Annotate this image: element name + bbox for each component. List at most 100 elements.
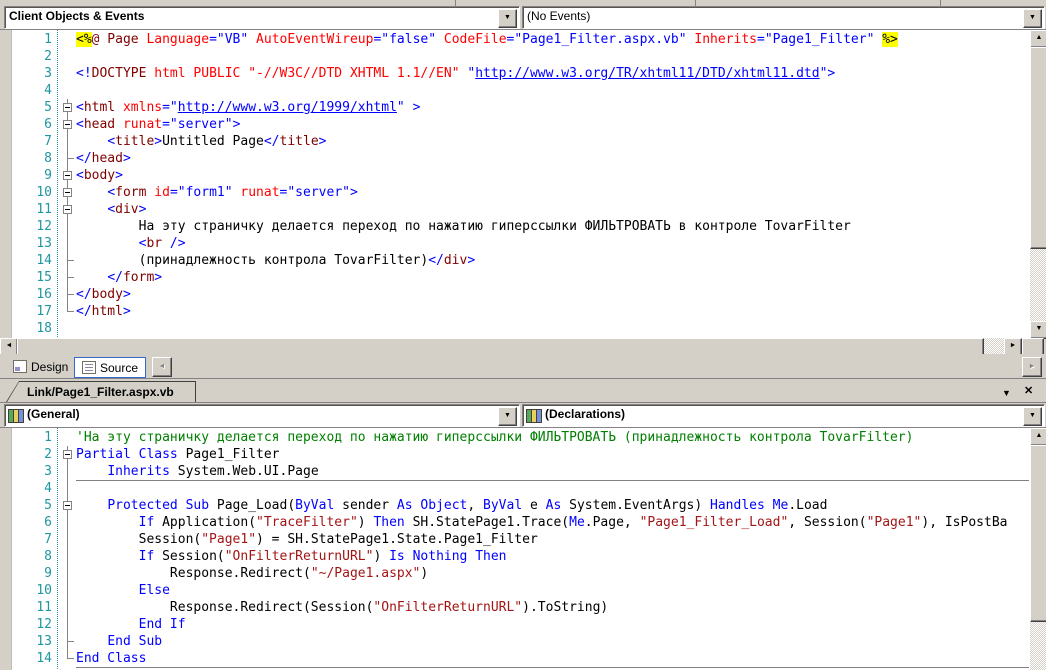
fold-tree-line (60, 480, 76, 497)
code-line[interactable]: 5 Protected Sub Page_Load(ByVal sender A… (0, 497, 1029, 514)
code-line[interactable]: 8 If Session("OnFilterReturnURL") Is Not… (0, 548, 1029, 565)
code-text: Session("Page1") = SH.StatePage1.State.P… (76, 532, 538, 547)
code-line[interactable]: 3 Inherits System.Web.UI.Page (0, 463, 1029, 480)
line-number: 13 (36, 634, 52, 649)
general-dropdown[interactable]: (General) ▼ (4, 404, 520, 427)
code-line[interactable]: 13 <br /> (0, 235, 1029, 252)
scroll-up-icon[interactable]: ▲ (1030, 30, 1046, 48)
dropdown-arrow-icon[interactable]: ▼ (1023, 9, 1042, 28)
close-icon[interactable]: ✕ (1024, 385, 1033, 397)
line-number: 12 (36, 617, 52, 632)
code-line[interactable]: 1 'На эту страничку делается переход по н… (0, 429, 1029, 446)
code-line[interactable]: 17 </html> (0, 303, 1029, 320)
code-line[interactable]: 11 Response.Redirect(Session("OnFilterRe… (0, 599, 1029, 616)
dropdown-arrow-icon[interactable]: ▼ (498, 9, 517, 28)
code-text: If Application("TraceFilter") Then SH.St… (138, 515, 1008, 530)
line-number: 9 (44, 566, 52, 581)
general-dropdown-value: (General) (27, 407, 80, 421)
code-text: If Session("OnFilterReturnURL") Is Nothi… (138, 549, 507, 564)
code-text: На эту страничку делается переход по наж… (76, 219, 851, 234)
vb-code-editor[interactable]: 1 'На эту страничку делается переход по н… (0, 427, 1046, 670)
tab-source[interactable]: Source (74, 357, 147, 378)
fold-tree-line (60, 616, 76, 633)
code-line[interactable]: 13 End Sub (0, 633, 1029, 650)
fold-tree-line (60, 582, 76, 599)
code-line[interactable]: 6 <head runat="server"> (0, 116, 1029, 133)
scrollbar-thumb[interactable] (1030, 47, 1046, 249)
scroll-up-icon[interactable]: ▲ (1030, 428, 1046, 446)
fold-tree-line (60, 463, 76, 480)
code-line[interactable]: 2 (0, 48, 1029, 65)
code-line[interactable]: 14 End Class (0, 650, 1029, 667)
code-line[interactable]: 11 <div> (0, 201, 1029, 218)
client-objects-dropdown-value: Client Objects & Events (9, 9, 145, 23)
tab-scroll-right-icon[interactable]: ► (1022, 357, 1042, 377)
fold-collapse-icon[interactable] (60, 116, 76, 133)
tab-page1-filter-vb[interactable]: Link/Page1_Filter.aspx.vb (6, 381, 196, 402)
dropdown-arrow-icon[interactable]: ▼ (1023, 407, 1042, 426)
code-line[interactable]: 16 </body> (0, 286, 1029, 303)
code-text: <html xmlns="http://www.w3.org/1999/xhtm… (76, 100, 421, 115)
fold-tree-line (60, 133, 76, 150)
fold-collapse-icon[interactable] (60, 497, 76, 514)
client-objects-dropdown[interactable]: Client Objects & Events ▼ (4, 6, 520, 29)
vb-code-area[interactable]: 1 'На эту страничку делается переход по н… (0, 429, 1029, 670)
bottom-editor-vertical-scrollbar[interactable]: ▲ (1030, 428, 1046, 670)
fold-collapse-icon[interactable] (60, 167, 76, 184)
fold-collapse-icon[interactable] (60, 184, 76, 201)
aspx-code-area[interactable]: 1 <%@ Page Language="VB" AutoEventWireup=… (0, 31, 1029, 339)
code-line[interactable]: 7 Session("Page1") = SH.StatePage1.State… (0, 531, 1029, 548)
class-members-icon (8, 408, 24, 423)
code-line[interactable]: 2 Partial Class Page1_Filter (0, 446, 1029, 463)
code-line[interactable]: 12 End If (0, 616, 1029, 633)
code-text: End If (138, 617, 186, 632)
code-text: End Class (76, 651, 147, 666)
code-line[interactable]: 7 <title>Untitled Page</title> (0, 133, 1029, 150)
aspx-source-editor[interactable]: 1 <%@ Page Language="VB" AutoEventWireup=… (0, 29, 1046, 339)
code-line[interactable]: 15 </form> (0, 269, 1029, 286)
line-number: 14 (36, 651, 52, 666)
fold-tree-line (60, 531, 76, 548)
scrollbar-thumb[interactable] (1030, 445, 1046, 622)
code-line[interactable]: 18 (0, 320, 1029, 337)
top-editor-horizontal-scrollbar[interactable]: ◄ ► (0, 338, 1046, 356)
code-line[interactable]: 14 (принадлежность контрола TovarFilter)… (0, 252, 1029, 269)
fold-tree-line (60, 514, 76, 531)
code-line[interactable]: 1 <%@ Page Language="VB" AutoEventWireup=… (0, 31, 1029, 48)
top-editor-vertical-scrollbar[interactable]: ▲ ▼ (1030, 30, 1046, 339)
events-dropdown[interactable]: (No Events) ▼ (522, 6, 1045, 29)
declarations-dropdown[interactable]: (Declarations) ▼ (522, 404, 1045, 427)
design-icon (13, 360, 27, 373)
line-number: 16 (36, 287, 52, 302)
declarations-dropdown-value: (Declarations) (545, 407, 626, 421)
line-number: 9 (44, 168, 52, 183)
code-line[interactable]: 10 Else (0, 582, 1029, 599)
scroll-down-icon[interactable]: ▼ (1030, 321, 1046, 339)
line-number: 17 (36, 304, 52, 319)
view-tab-bar: Design Source ◄ ► (0, 354, 1046, 379)
fold-collapse-icon[interactable] (60, 201, 76, 218)
code-text: <%@ Page Language="VB" AutoEventWireup="… (76, 32, 898, 47)
code-line[interactable]: 10 <form id="form1" runat="server"> (0, 184, 1029, 201)
fold-collapse-icon[interactable] (60, 446, 76, 463)
code-text: <head runat="server"> (76, 117, 241, 132)
code-line[interactable]: 3 <!DOCTYPE html PUBLIC "-//W3C//DTD XHTM… (0, 65, 1029, 82)
code-line[interactable]: 12 На эту страничку делается переход по … (0, 218, 1029, 235)
line-number: 8 (44, 151, 52, 166)
events-dropdown-value: (No Events) (527, 9, 591, 23)
tab-design[interactable]: Design (6, 357, 75, 376)
code-line[interactable]: 9 <body> (0, 167, 1029, 184)
fold-collapse-icon[interactable] (60, 99, 76, 116)
code-line[interactable]: 8 </head> (0, 150, 1029, 167)
code-line[interactable]: 6 If Application("TraceFilter") Then SH.… (0, 514, 1029, 531)
code-line[interactable]: 4 (0, 480, 1029, 497)
line-number: 7 (44, 134, 52, 149)
code-line[interactable]: 5 <html xmlns="http://www.w3.org/1999/xht… (0, 99, 1029, 116)
code-line[interactable]: 4 (0, 82, 1029, 99)
tab-scroll-left-icon[interactable]: ◄ (152, 357, 172, 377)
fold-tree-line (60, 548, 76, 565)
code-line[interactable]: 9 Response.Redirect("~/Page1.aspx") (0, 565, 1029, 582)
chevron-down-icon[interactable]: ▼ (1002, 387, 1011, 399)
dropdown-arrow-icon[interactable]: ▼ (498, 407, 517, 426)
line-number: 14 (36, 253, 52, 268)
